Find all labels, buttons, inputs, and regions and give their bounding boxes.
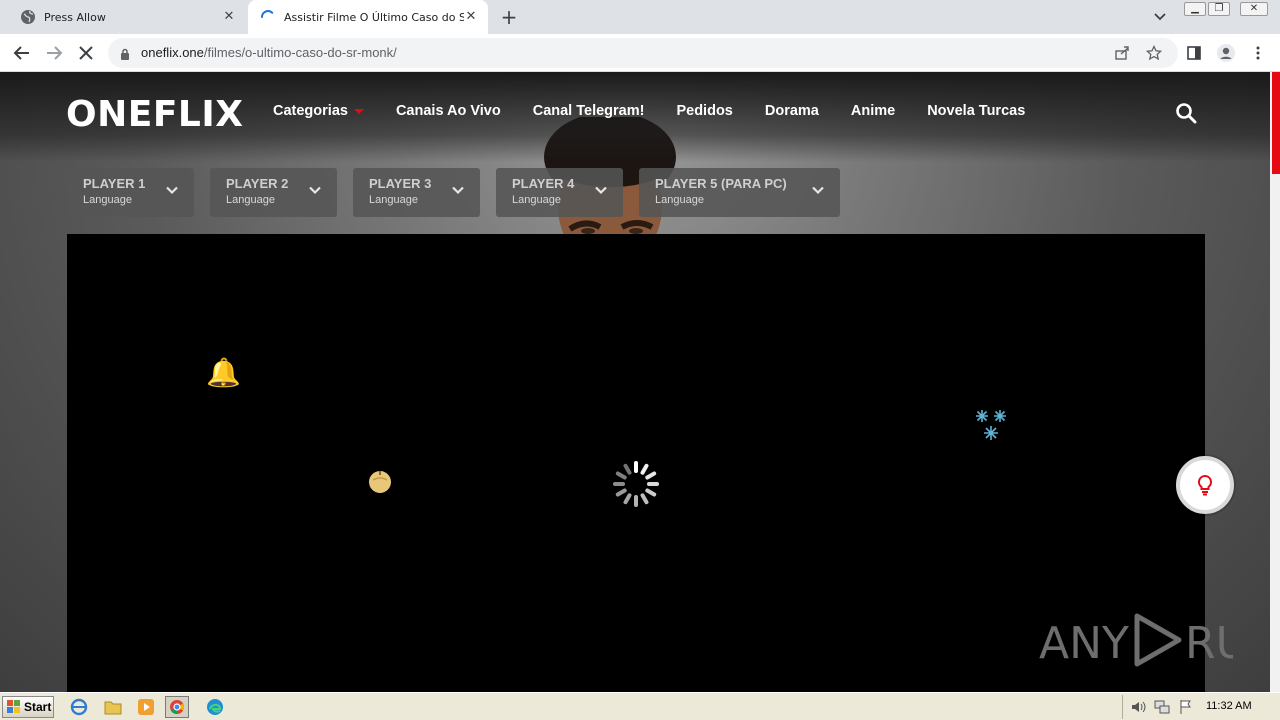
- player-language: Language: [369, 194, 418, 206]
- kebab-menu-icon: [1256, 46, 1260, 60]
- main-navigation: Categorias Canais Ao Vivo Canal Telegram…: [273, 103, 1057, 119]
- player-option-3[interactable]: PLAYER 3 Language: [353, 168, 480, 217]
- profile-button[interactable]: [1214, 41, 1238, 65]
- video-player[interactable]: 🔔 ANY RU: [67, 234, 1233, 692]
- player-option-1[interactable]: PLAYER 1 Language: [67, 168, 194, 217]
- new-tab-button[interactable]: +: [498, 6, 520, 28]
- scrollbar-thumb[interactable]: [1272, 72, 1280, 174]
- light-toggle-button[interactable]: [1176, 456, 1234, 514]
- tab-strip: Press Allow ✕ Assistir Filme O Último Ca…: [0, 0, 1280, 34]
- snowflakes-icon: [976, 410, 1006, 440]
- player-name: PLAYER 2: [226, 176, 289, 191]
- nav-item-novela-turcas[interactable]: Novela Turcas: [927, 103, 1025, 119]
- player-language: Language: [226, 194, 275, 206]
- browser-menu-button[interactable]: [1246, 41, 1270, 65]
- web-page: ONEFLIX Categorias Canais Ao Vivo Canal …: [0, 72, 1270, 692]
- search-icon: [1176, 103, 1197, 124]
- chrome-icon: [170, 700, 185, 715]
- christmas-bells-icon: 🔔: [206, 356, 241, 389]
- media-player-icon[interactable]: [137, 698, 155, 716]
- taskbar-clock[interactable]: 11:32 AM: [1206, 700, 1252, 712]
- volume-icon[interactable]: [1129, 698, 1147, 716]
- address-bar[interactable]: oneflix.one/filmes/o-ultimo-caso-do-sr-m…: [108, 38, 1178, 68]
- system-tray: [1122, 695, 1278, 719]
- side-panel-icon: [1187, 46, 1201, 60]
- network-icon[interactable]: [1153, 698, 1171, 716]
- player-option-2[interactable]: PLAYER 2 Language: [210, 168, 337, 217]
- chevron-down-icon: [309, 186, 321, 195]
- tab-title: Assistir Filme O Último Caso do Sr. Monk: [284, 10, 464, 24]
- tab-press-allow[interactable]: Press Allow ✕: [8, 0, 246, 34]
- internet-explorer-icon[interactable]: [70, 698, 88, 716]
- tab-search-chevron-icon[interactable]: [1150, 8, 1170, 26]
- nav-item-canal-telegram[interactable]: Canal Telegram!: [533, 103, 645, 119]
- player-name: PLAYER 1: [83, 176, 146, 191]
- globe-icon: [20, 9, 36, 25]
- bookmark-button[interactable]: [1142, 41, 1166, 65]
- player-name: PLAYER 5 (PARA PC): [655, 176, 787, 191]
- avatar-icon: [1217, 44, 1235, 62]
- tab-title: Press Allow: [44, 10, 106, 24]
- nav-item-canais-ao-vivo[interactable]: Canais Ao Vivo: [396, 103, 501, 119]
- caret-down-icon: [353, 108, 364, 114]
- close-tab-icon[interactable]: ✕: [222, 10, 236, 24]
- chevron-down-icon: [452, 186, 464, 195]
- action-center-flag-icon[interactable]: [1177, 698, 1195, 716]
- player-name: PLAYER 3: [369, 176, 432, 191]
- player-language: Language: [655, 194, 704, 206]
- chrome-taskbar-button[interactable]: [165, 696, 189, 718]
- share-icon: [1115, 46, 1129, 60]
- site-logo[interactable]: ONEFLIX: [66, 94, 244, 135]
- forward-arrow-icon: [47, 46, 63, 60]
- start-button[interactable]: Start: [2, 696, 54, 718]
- taskbar: Start 11:32 AM: [0, 692, 1280, 720]
- star-icon: [1146, 45, 1162, 61]
- forward-button[interactable]: [42, 41, 66, 65]
- chevron-down-icon: [595, 186, 607, 195]
- lightbulb-icon: [1197, 474, 1213, 496]
- side-panel-button[interactable]: [1182, 41, 1206, 65]
- loading-spinner-icon: [613, 461, 659, 507]
- url-path: /filmes/o-ultimo-caso-do-sr-monk/: [203, 45, 397, 60]
- share-button[interactable]: [1110, 41, 1134, 65]
- loading-spinner-icon: [260, 9, 276, 25]
- tab-oneflix[interactable]: Assistir Filme O Último Caso do Sr. Monk…: [248, 0, 488, 34]
- nav-item-dorama[interactable]: Dorama: [765, 103, 819, 119]
- player-option-5[interactable]: PLAYER 5 (PARA PC) Language: [639, 168, 840, 217]
- player-language: Language: [512, 194, 561, 206]
- player-language: Language: [83, 194, 132, 206]
- ornament-icon: [369, 471, 391, 493]
- browser-toolbar: oneflix.one/filmes/o-ultimo-caso-do-sr-m…: [0, 34, 1280, 72]
- start-label: Start: [24, 700, 52, 714]
- lock-icon: [120, 46, 130, 65]
- nav-item-anime[interactable]: Anime: [851, 103, 895, 119]
- chevron-down-icon: [812, 186, 824, 195]
- nav-item-categorias[interactable]: Categorias: [273, 103, 364, 119]
- site-search-button[interactable]: [1175, 102, 1197, 124]
- close-window-button[interactable]: ✕: [1240, 2, 1268, 16]
- player-selector: PLAYER 1 Language PLAYER 2 Language PLAY…: [67, 168, 856, 217]
- watermark-text: ANY: [1039, 618, 1129, 669]
- stop-loading-button[interactable]: [74, 41, 98, 65]
- close-icon: [79, 46, 93, 60]
- back-button[interactable]: [10, 41, 34, 65]
- file-explorer-icon[interactable]: [104, 698, 122, 716]
- edge-icon[interactable]: [206, 698, 224, 716]
- chevron-down-icon: [166, 186, 178, 195]
- url-text: oneflix.one/filmes/o-ultimo-caso-do-sr-m…: [141, 45, 397, 60]
- anyrun-watermark: ANY RUN: [1039, 613, 1233, 669]
- windows-logo-icon: [7, 700, 20, 713]
- url-host: oneflix.one: [141, 45, 204, 60]
- player-name: PLAYER 4: [512, 176, 575, 191]
- back-arrow-icon: [13, 46, 29, 60]
- player-option-4[interactable]: PLAYER 4 Language: [496, 168, 623, 217]
- svg-text:RUN: RUN: [1185, 618, 1233, 669]
- restore-window-button[interactable]: ❐: [1208, 2, 1230, 16]
- nav-item-label: Categorias: [273, 103, 348, 119]
- minimize-window-button[interactable]: ▁: [1184, 2, 1206, 16]
- close-tab-icon[interactable]: ✕: [464, 10, 478, 24]
- nav-item-pedidos[interactable]: Pedidos: [676, 103, 732, 119]
